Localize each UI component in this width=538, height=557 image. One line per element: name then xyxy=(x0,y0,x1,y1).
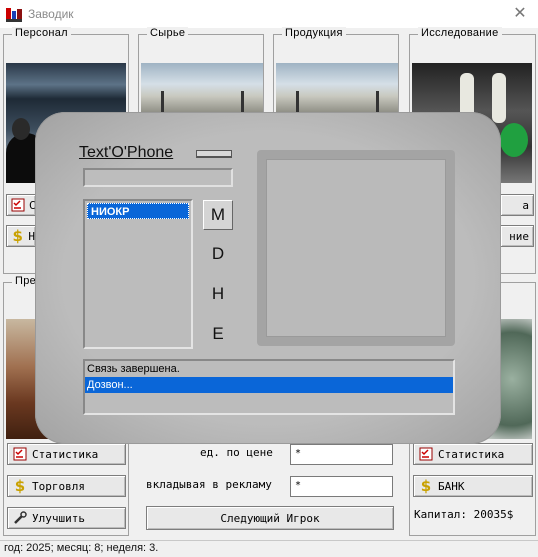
phone-contact-list[interactable]: НИОКР xyxy=(83,199,193,349)
research-stats-label: а xyxy=(522,198,529,212)
phone-call-log[interactable]: Связь завершена. Дозвон... xyxy=(83,359,455,415)
mode-button-h[interactable]: H xyxy=(203,279,233,309)
ad-label: вкладывая в рекламу xyxy=(146,478,272,491)
ad-input[interactable]: * xyxy=(290,476,393,497)
bank-button[interactable]: $ БАНК xyxy=(413,475,533,497)
dollar-icon: $ xyxy=(420,477,432,495)
window-title: Заводик xyxy=(28,7,74,21)
group-raw-title: Сырье xyxy=(147,27,189,39)
phone-screen xyxy=(266,159,446,337)
phone-volume-slider[interactable] xyxy=(196,150,232,158)
trade-button[interactable]: $ Торговля xyxy=(7,475,126,497)
personnel-trade-button[interactable]: $ Н xyxy=(6,225,36,247)
price-label: ед. по цене xyxy=(200,446,273,459)
textophone-panel: Text'O'Phone НИОКР M D H E Связь заверше… xyxy=(35,112,501,444)
mode-button-m[interactable]: M xyxy=(203,200,233,230)
upgrade-label: Улучшить xyxy=(32,511,85,525)
log-row-selected[interactable]: Дозвон... xyxy=(85,377,453,393)
title-bar: Заводик ✕ xyxy=(0,0,538,28)
personnel-stats-button[interactable]: С xyxy=(6,194,36,216)
phone-title: Text'O'Phone xyxy=(79,144,174,161)
group-personnel-title: Персонал xyxy=(12,27,71,39)
dollar-icon: $ xyxy=(14,477,26,495)
upgrade-button[interactable]: Улучшить xyxy=(7,507,126,529)
dollar-icon: $ xyxy=(12,227,23,245)
group-research-title: Исследование xyxy=(418,27,502,39)
price-input[interactable]: * xyxy=(290,444,393,465)
research-trade-button[interactable]: ние xyxy=(500,225,534,247)
bank-label: БАНК xyxy=(438,479,465,493)
next-player-label: Следующий Игрок xyxy=(220,511,320,525)
capital-readout: Капитал: 20035$ xyxy=(414,508,514,521)
stats-button[interactable]: Статистика xyxy=(7,443,126,465)
status-text: год: 2025; месяц: 8; неделя: 3. xyxy=(4,542,159,554)
log-row[interactable]: Связь завершена. xyxy=(85,361,453,377)
group-products: Продукция xyxy=(273,27,399,124)
stats-right-button[interactable]: Статистика xyxy=(413,443,533,465)
checklist-icon xyxy=(11,197,25,213)
close-icon: ✕ xyxy=(513,5,527,22)
mode-button-d[interactable]: D xyxy=(203,239,233,269)
next-player-button[interactable]: Следующий Игрок xyxy=(146,506,394,530)
status-bar: год: 2025; месяц: 8; неделя: 3. xyxy=(0,540,538,557)
list-item[interactable]: НИОКР xyxy=(87,203,189,219)
phone-number-input[interactable] xyxy=(83,168,233,187)
group-products-title: Продукция xyxy=(282,27,346,39)
factory-app-icon xyxy=(6,6,22,22)
trade-label: Торговля xyxy=(32,479,85,493)
phone-screen-frame xyxy=(257,150,455,346)
checklist-icon xyxy=(418,446,434,462)
stats-right-label: Статистика xyxy=(438,447,505,461)
mode-button-e[interactable]: E xyxy=(203,319,233,349)
group-raw: Сырье xyxy=(138,27,264,124)
stats-label: Статистика xyxy=(32,447,99,461)
close-button[interactable]: ✕ xyxy=(510,4,530,24)
wrench-icon xyxy=(12,510,28,526)
research-trade-label: ние xyxy=(509,229,529,243)
checklist-icon xyxy=(12,446,28,462)
personnel-trade-label: Н xyxy=(28,229,35,243)
research-stats-button[interactable]: а xyxy=(500,194,534,216)
